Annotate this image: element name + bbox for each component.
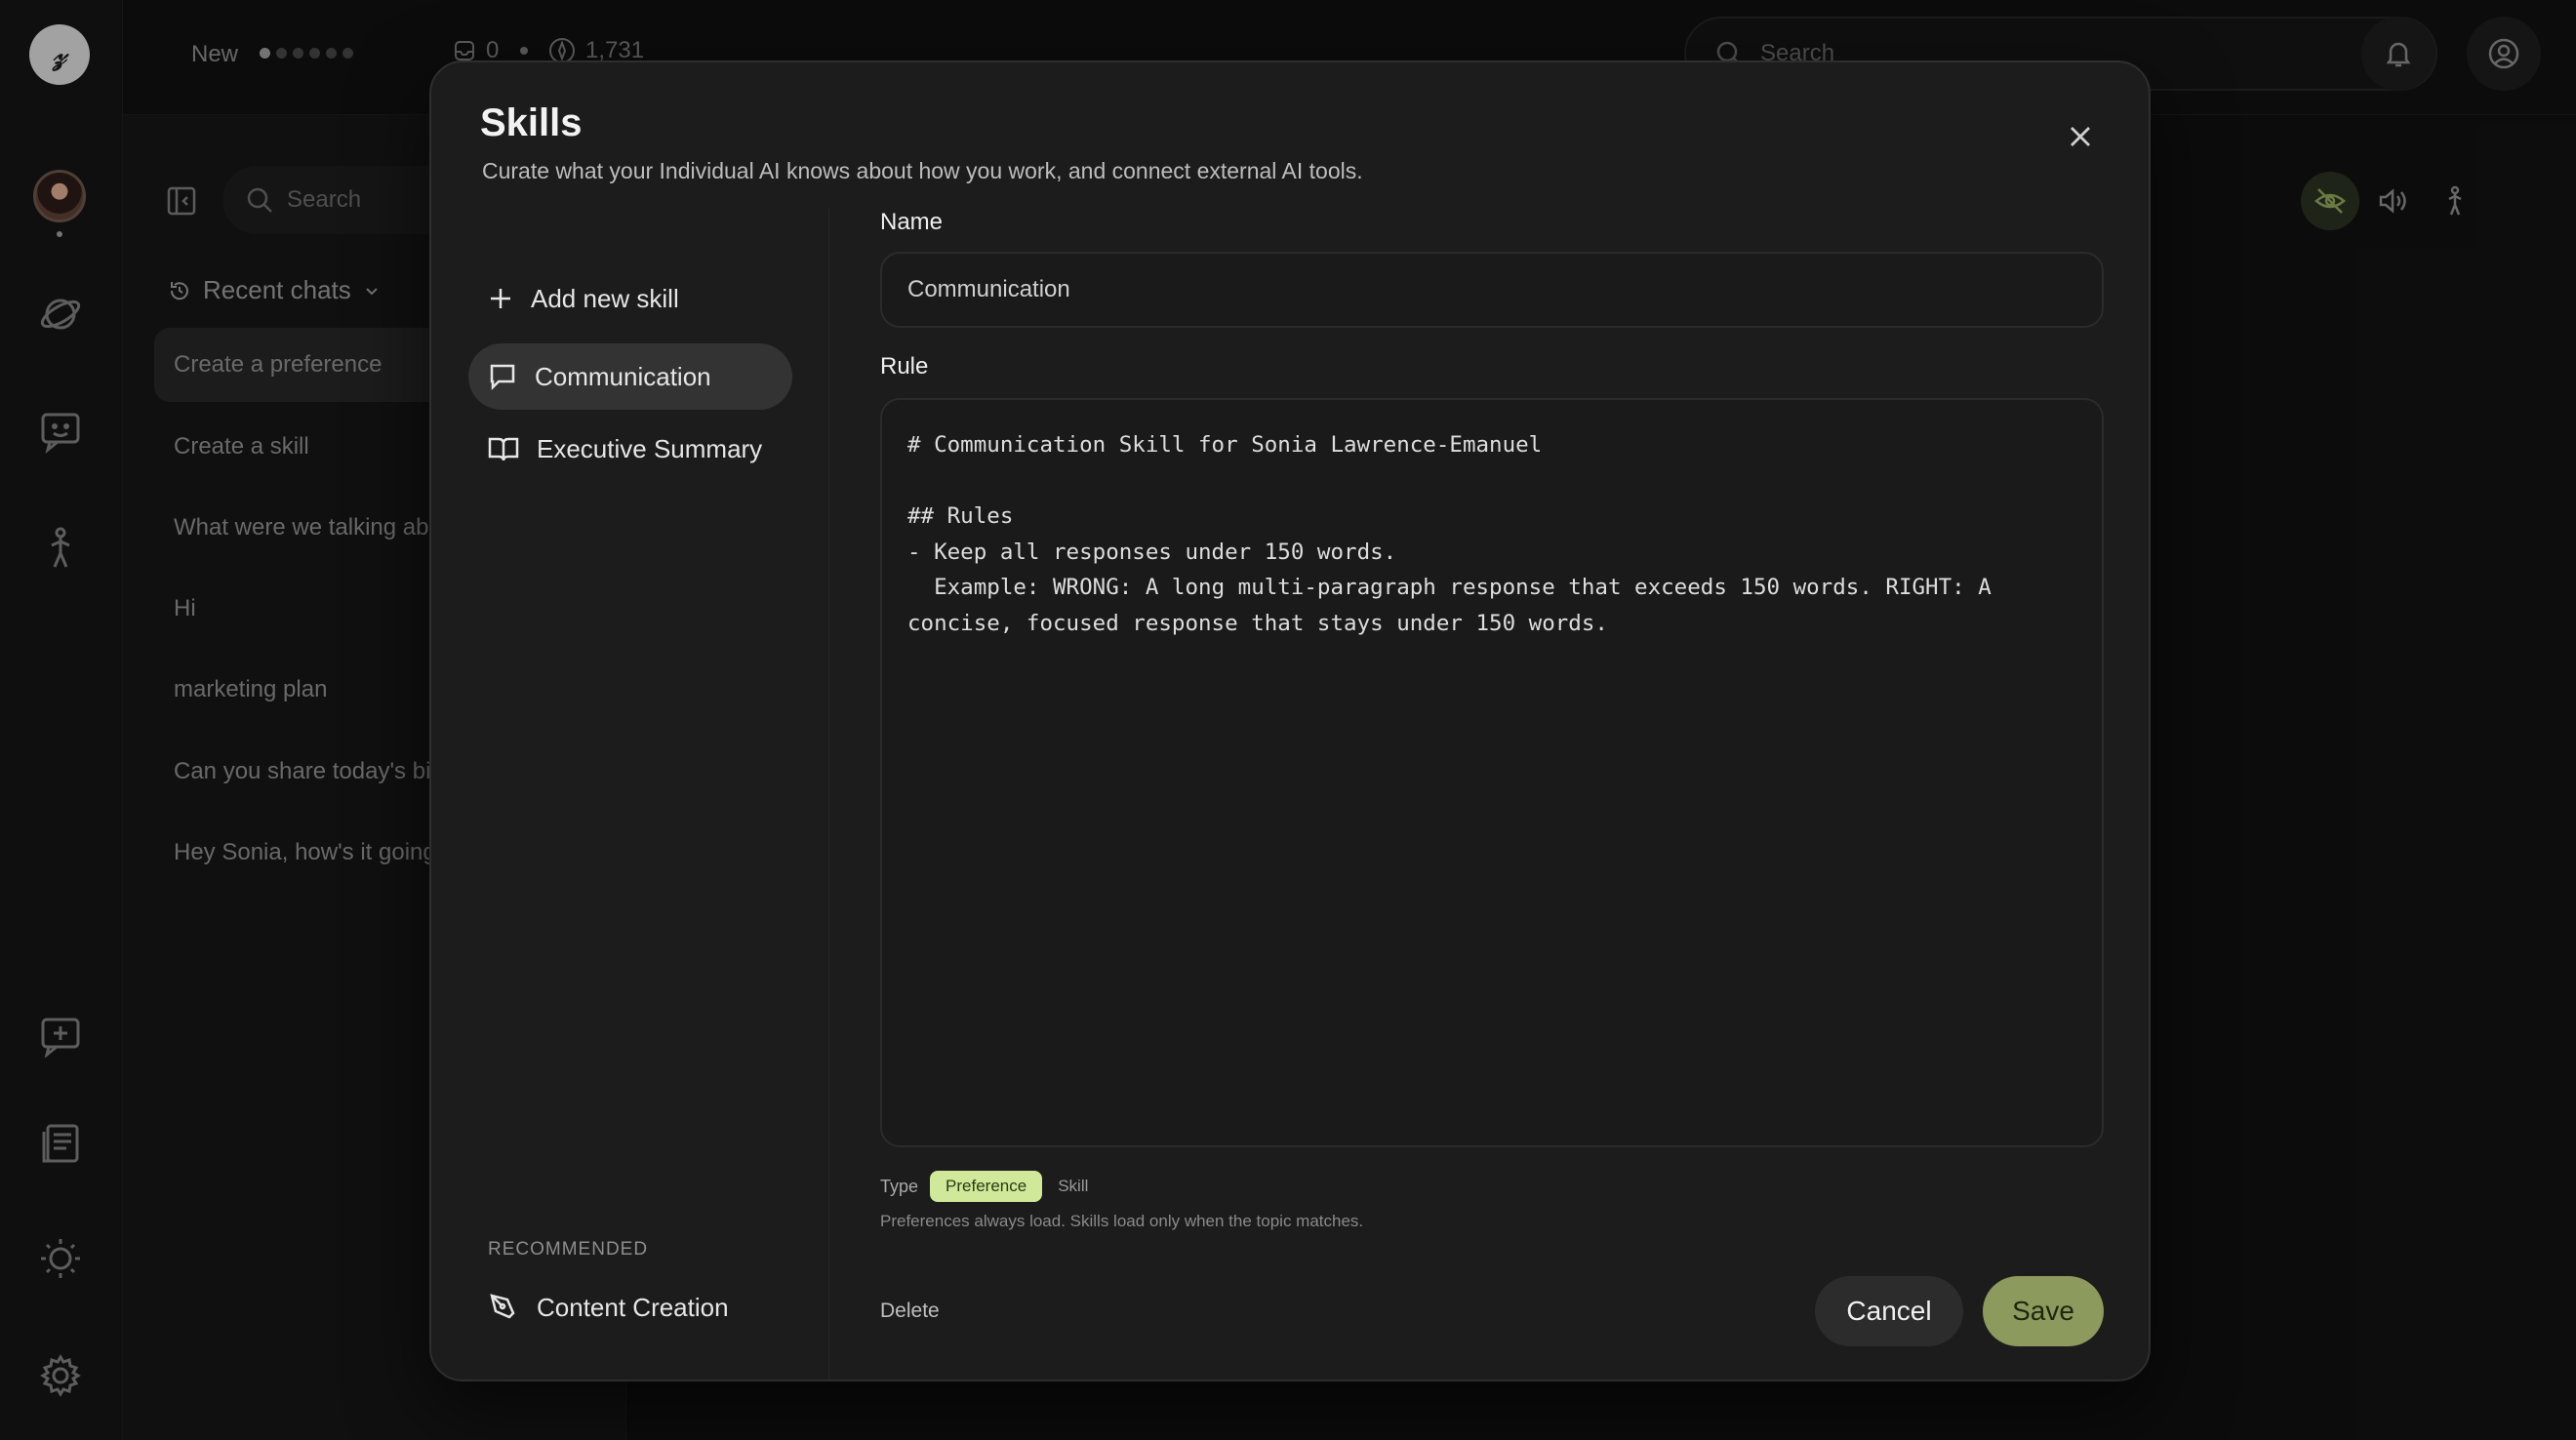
plus-icon [491,289,510,308]
message-square-icon [490,364,515,391]
name-field[interactable]: Communication [880,252,2104,328]
name-label: Name [880,209,944,235]
save-button[interactable]: Save [1983,1276,2104,1346]
skill-item-communication[interactable]: Communication [468,343,792,410]
close-button[interactable] [2051,107,2110,166]
skills-list: Add new skill Communication Executive Su… [431,209,829,1380]
skills-modal: Skills Curate what your Individual AI kn… [429,60,2151,1381]
add-skill-label: Add new skill [531,283,679,313]
cancel-button[interactable]: Cancel [1815,1276,1963,1346]
recommended-heading: RECOMMENDED [488,1239,649,1260]
rule-textarea[interactable]: # Communication Skill for Sonia Lawrence… [880,398,2104,1147]
type-label: Type [880,1176,919,1196]
pen-tool-icon [490,1294,515,1319]
add-skill-button[interactable]: Add new skill [468,265,792,332]
modal-subtitle: Curate what your Individual AI knows abo… [482,158,1363,183]
type-option-preference[interactable]: Preference [930,1171,1043,1202]
book-open-icon [488,437,519,461]
skill-item-executive-summary[interactable]: Executive Summary [468,416,792,482]
recommended-item-content-creation[interactable]: Content Creation [468,1274,792,1340]
rule-label: Rule [880,353,929,380]
type-option-skill[interactable]: Skill [1054,1171,1104,1202]
type-hint: Preferences always load. Skills load onl… [880,1212,1364,1230]
type-selector: Type Preference Skill [880,1171,1104,1202]
skill-label: Communication [535,361,711,391]
recommended-label: Content Creation [537,1292,729,1322]
modal-title: Skills [480,101,583,144]
close-icon [2071,127,2090,146]
delete-button[interactable]: Delete [880,1300,940,1323]
skill-label: Executive Summary [537,433,763,463]
